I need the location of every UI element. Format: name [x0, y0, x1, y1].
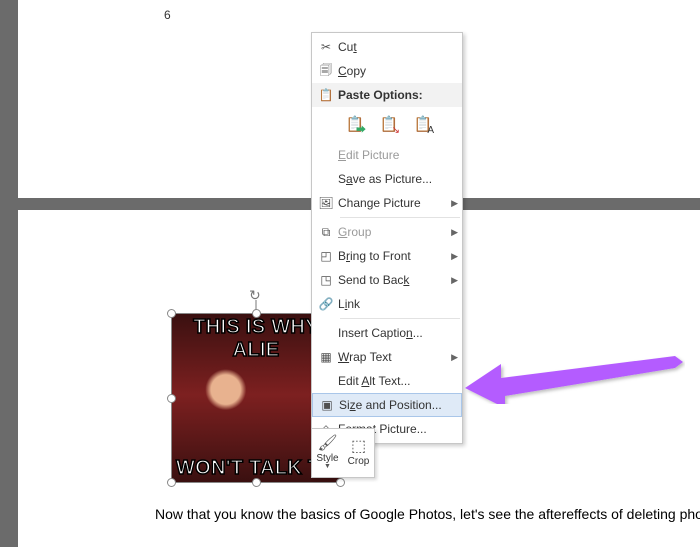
resize-handle-br[interactable]	[336, 478, 345, 487]
crop-icon	[351, 439, 366, 455]
menu-wrap-text[interactable]: Wrap Text ▶	[312, 345, 462, 369]
menu-separator	[340, 217, 460, 218]
menu-edit-alt-text-label: Edit Alt Text...	[338, 374, 458, 388]
submenu-arrow-icon: ▶	[451, 352, 458, 363]
submenu-arrow-icon: ▶	[451, 227, 458, 238]
menu-save-as-picture[interactable]: Save as Picture...	[312, 167, 462, 191]
menu-insert-caption-label: Insert Caption...	[338, 326, 458, 340]
mini-toolbar: Style ▼ Crop	[311, 428, 375, 478]
submenu-arrow-icon: ▶	[451, 251, 458, 262]
menu-wrap-text-label: Wrap Text	[338, 350, 447, 364]
menu-group-label: Group	[338, 225, 447, 239]
resize-handle-bm[interactable]	[252, 478, 261, 487]
paste-icon	[314, 88, 338, 102]
menu-send-to-back-label: Send to Back	[338, 273, 447, 287]
menu-copy[interactable]: Copy	[312, 59, 462, 83]
menu-separator	[340, 318, 460, 319]
annotation-arrow	[465, 348, 685, 404]
group-icon	[314, 225, 338, 240]
menu-edit-alt-text[interactable]: Edit Alt Text...	[312, 369, 462, 393]
menu-cut[interactable]: Cut	[312, 35, 462, 59]
resize-handle-tm[interactable]	[252, 309, 261, 318]
paste-merge-button[interactable]: ↘	[376, 111, 402, 137]
copy-icon	[314, 61, 338, 82]
bring-to-front-icon	[314, 249, 338, 263]
paste-text-only-button[interactable]: A	[410, 111, 436, 137]
crop-button[interactable]: Crop	[343, 429, 374, 477]
menu-change-picture[interactable]: Change Picture ▶	[312, 191, 462, 215]
crop-label: Crop	[348, 456, 370, 467]
menu-group: Group ▶	[312, 220, 462, 244]
menu-paste-options-label: Paste Options:	[338, 88, 458, 102]
link-icon	[314, 297, 338, 311]
resize-handle-bl[interactable]	[167, 478, 176, 487]
context-menu: Cut Copy Paste Options: ⮕ ↘ A Edit Pictu…	[311, 32, 463, 444]
menu-cut-label: Cut	[338, 40, 458, 54]
size-position-icon	[315, 398, 339, 412]
paste-keep-source-button[interactable]: ⮕	[342, 111, 368, 137]
menu-size-and-position[interactable]: Size and Position...	[312, 393, 462, 417]
menu-send-to-back[interactable]: Send to Back ▶	[312, 268, 462, 292]
menu-save-as-picture-label: Save as Picture...	[338, 172, 458, 186]
menu-insert-caption[interactable]: Insert Caption...	[312, 321, 462, 345]
style-icon	[317, 436, 337, 452]
menu-edit-picture: Edit Picture	[312, 143, 462, 167]
style-button[interactable]: Style ▼	[312, 429, 343, 477]
menu-paste-options-header: Paste Options:	[312, 83, 462, 107]
menu-bring-to-front[interactable]: Bring to Front ▶	[312, 244, 462, 268]
cut-icon	[314, 40, 338, 54]
menu-edit-picture-label: Edit Picture	[338, 148, 458, 162]
resize-handle-tl[interactable]	[167, 309, 176, 318]
submenu-arrow-icon: ▶	[451, 275, 458, 286]
body-paragraph: Now that you know the basics of Google P…	[155, 506, 700, 522]
left-gutter	[0, 0, 18, 547]
paste-options-row: ⮕ ↘ A	[312, 107, 462, 143]
menu-size-and-position-label: Size and Position...	[339, 398, 457, 412]
resize-handle-ml[interactable]	[167, 394, 176, 403]
dropdown-icon: ▼	[324, 463, 331, 470]
submenu-arrow-icon: ▶	[451, 198, 458, 209]
menu-link[interactable]: Link	[312, 292, 462, 316]
send-to-back-icon	[314, 273, 338, 287]
menu-change-picture-label: Change Picture	[338, 196, 447, 210]
page-number: 6	[164, 8, 171, 22]
menu-link-label: Link	[338, 297, 458, 311]
menu-bring-to-front-label: Bring to Front	[338, 249, 447, 263]
menu-copy-label: Copy	[338, 64, 458, 78]
wrap-text-icon	[314, 350, 338, 364]
change-picture-icon	[314, 196, 338, 210]
rotate-handle[interactable]: ↻	[249, 288, 263, 302]
